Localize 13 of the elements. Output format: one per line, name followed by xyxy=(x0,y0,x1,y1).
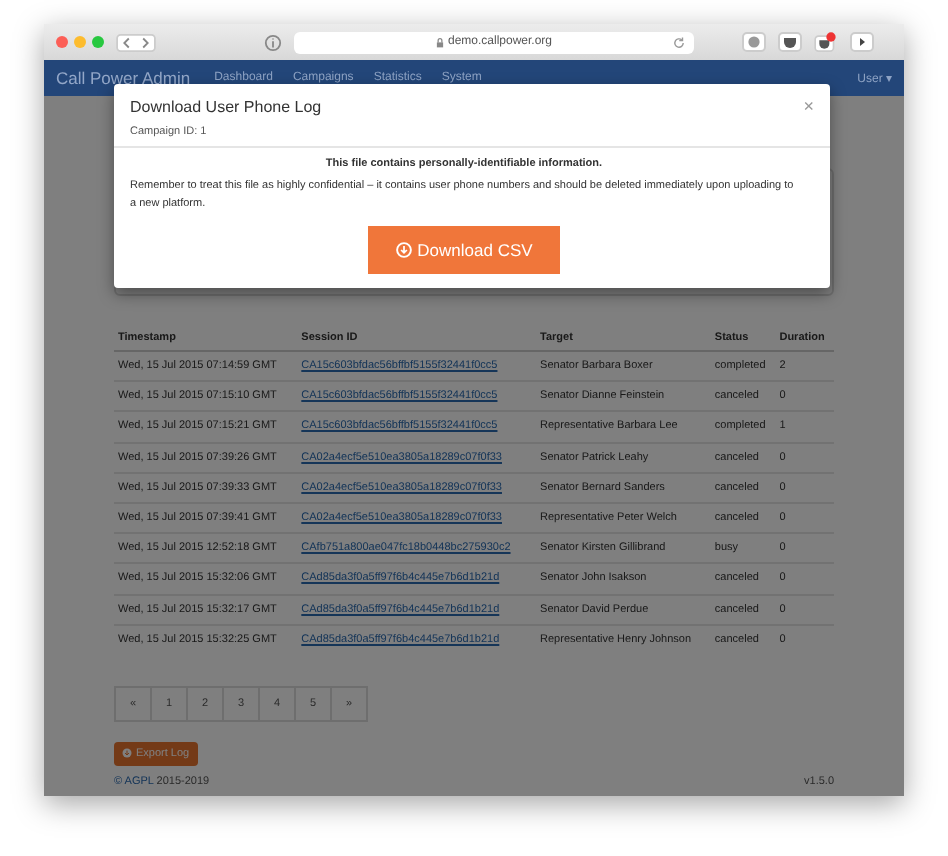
back-forward-icon[interactable] xyxy=(116,33,156,51)
download-csv-button[interactable]: Download CSV xyxy=(367,225,561,274)
download-icon xyxy=(395,241,412,258)
download-icon xyxy=(122,748,132,759)
close-button[interactable]: × xyxy=(803,96,814,116)
info-icon[interactable] xyxy=(264,33,282,51)
modal-title: Download User Phone Log xyxy=(130,97,322,115)
brand-link[interactable]: Call Power Admin xyxy=(56,68,191,88)
play-icon[interactable] xyxy=(850,32,874,52)
window-controls-icon[interactable] xyxy=(56,36,104,48)
extension-icon[interactable] xyxy=(742,32,766,52)
lock-icon xyxy=(435,37,444,47)
reload-icon[interactable] xyxy=(672,35,686,49)
